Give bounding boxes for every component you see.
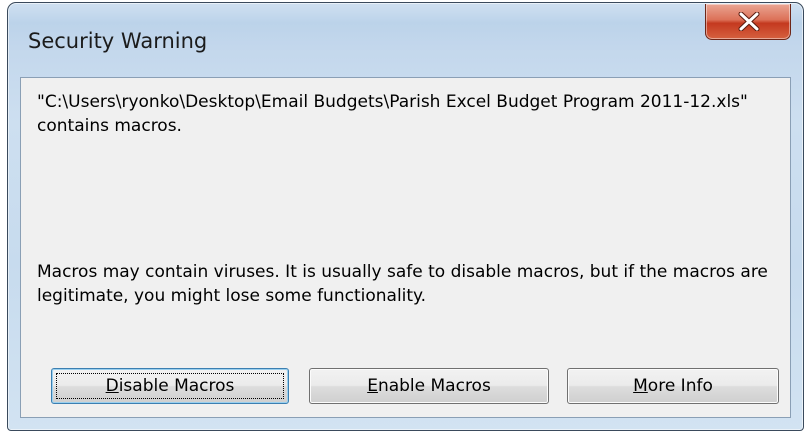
more-info-label: More Info: [633, 376, 713, 396]
more-info-button[interactable]: More Info: [567, 368, 779, 404]
close-button[interactable]: [705, 4, 791, 40]
disable-macros-button[interactable]: Disable Macros: [51, 368, 289, 404]
enable-macros-button[interactable]: Enable Macros: [309, 368, 549, 404]
window-title: Security Warning: [28, 29, 208, 53]
title-bar[interactable]: Security Warning: [8, 3, 803, 77]
dialog-content: "C:\Users\ryonko\Desktop\Email Budgets\P…: [20, 77, 791, 418]
close-x-icon: [738, 12, 760, 31]
enable-macros-label: Enable Macros: [367, 376, 491, 396]
file-macro-message: "C:\Users\ryonko\Desktop\Email Budgets\P…: [37, 92, 748, 136]
disable-macros-label: Disable Macros: [105, 376, 235, 396]
security-warning-dialog: Security Warning "C:\Users\ryonko\Deskto…: [7, 2, 804, 431]
virus-warning-text: Macros may contain viruses. It is usuall…: [37, 262, 768, 306]
